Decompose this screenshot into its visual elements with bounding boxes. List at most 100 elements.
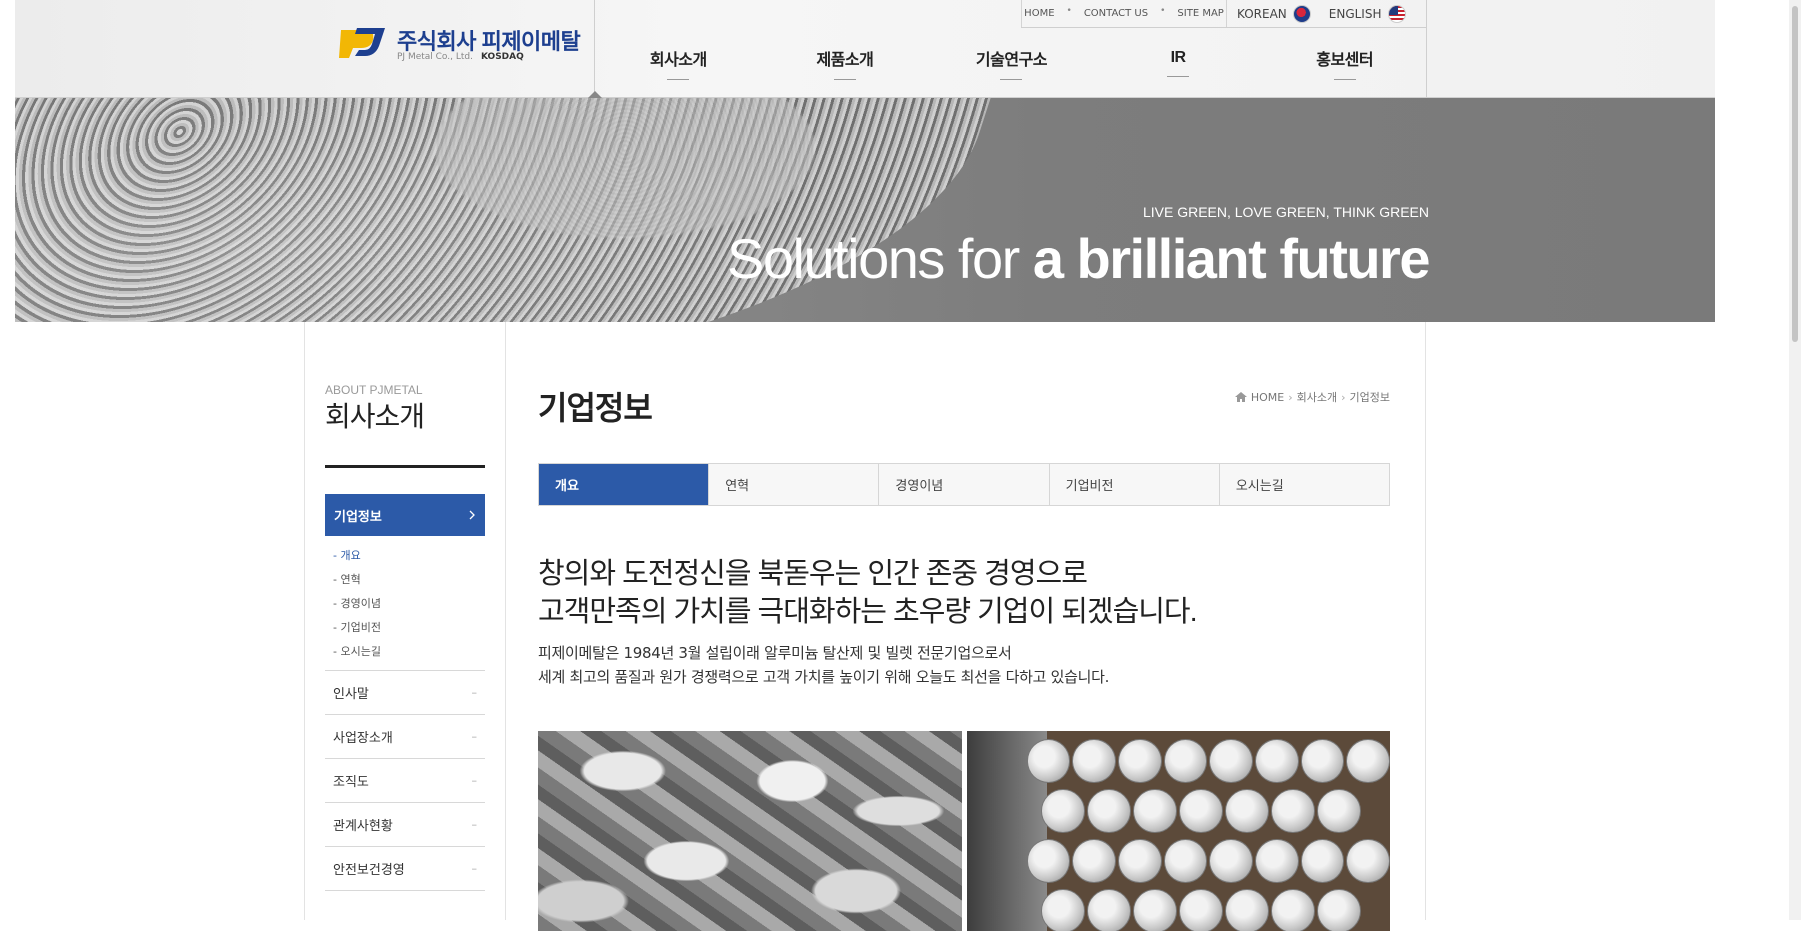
aluminum-ingots-image [538,731,962,931]
utility-bar: HOME • CONTACT US • SITE MAP KOREAN ENGL… [1021,0,1426,28]
logo-market: KOSDAQ [480,52,524,62]
util-sitemap-link[interactable]: SITE MAP [1177,8,1223,19]
breadcrumb: HOME › 회사소개 › 기업정보 [1234,389,1390,405]
minus-icon: – [471,862,478,875]
minus-icon: – [471,730,478,743]
billet [1178,889,1223,931]
sidebar-item-safety[interactable]: 안전보건경영 – [325,847,485,891]
logo-subtitle: PJ Metal Co., Ltd. KOSDAQ [397,52,524,62]
billet [1040,889,1085,931]
logo-english: PJ Metal Co., Ltd. [397,52,473,62]
content-tabs: 개요 연혁 경영이념 기업비전 오시는길 [538,463,1390,506]
billet [1117,839,1162,883]
billet [1026,839,1071,883]
billet [1086,889,1131,931]
tab-directions[interactable]: 오시는길 [1219,464,1390,505]
billet [1316,789,1361,833]
lang-korean-label: KOREAN [1237,6,1287,21]
headline-line-2: 고객만족의 가치를 극대화하는 초우량 기업이 되겠습니다. [538,596,1198,628]
breadcrumb-company[interactable]: 회사소개 [1297,389,1337,405]
sidebar: ABOUT PJMETAL 회사소개 기업정보 - 개요 - 연혁 - 경영이념… [325,383,485,891]
minus-icon: – [471,686,478,699]
lang-english-label: ENGLISH [1328,6,1382,21]
billet [1163,839,1208,883]
headline-line-1: 창의와 도전정신을 북돋우는 인간 존중 경영으로 [538,558,1088,590]
billet [1254,839,1299,883]
submenu-history[interactable]: - 연혁 [333,568,485,592]
headline: 창의와 도전정신을 북돋우는 인간 존중 경영으로 고객만족의 가치를 극대화하… [538,555,1390,631]
sidebar-item-company-info[interactable]: 기업정보 [325,494,485,536]
billet [1132,889,1177,931]
sidebar-item-label: 조직도 [333,775,369,790]
billet [1086,789,1131,833]
logo[interactable]: 주식회사 피제이메탈 PJ Metal Co., Ltd. KOSDAQ [335,22,595,70]
nav-research[interactable]: 기술연구소 [928,28,1095,98]
billet [1224,889,1269,931]
sidebar-item-label: 기업정보 [334,509,382,525]
breadcrumb-separator: › [1341,390,1346,404]
nav-products[interactable]: 제품소개 [762,28,929,98]
tab-vision[interactable]: 기업비전 [1049,464,1220,505]
breadcrumb-current: 기업정보 [1349,391,1390,404]
scrollbar-thumb[interactable] [1792,6,1798,342]
hero-title-light: Solutions for [727,227,1033,290]
billet [1346,839,1390,883]
sidebar-item-greeting[interactable]: 인사말 – [325,671,485,715]
pj-logo-icon [339,28,385,58]
util-contact-link[interactable]: CONTACT US [1084,8,1148,19]
billet [1270,789,1315,833]
breadcrumb-home[interactable]: HOME [1251,391,1284,404]
billet [1254,739,1299,783]
sidebar-submenu: - 개요 - 연혁 - 경영이념 - 기업비전 - 오시는길 [325,536,485,671]
page-scrollbar[interactable] [1789,0,1801,920]
nav-company[interactable]: 회사소개 [595,28,762,98]
billet [1300,739,1345,783]
minus-icon: – [471,774,478,787]
nav-ir[interactable]: IR [1095,28,1262,98]
billet [1270,889,1315,931]
sidebar-item-label: 관계사현황 [333,819,393,834]
submenu-philosophy[interactable]: - 경영이념 [333,592,485,616]
sidebar-item-label: 안전보건경영 [333,863,405,878]
intro-line-2: 세계 최고의 품질과 원가 경쟁력으로 고객 가치를 높이기 위해 오늘도 최선… [538,668,1110,686]
kr-flag-icon [1292,4,1311,23]
sidebar-item-sites[interactable]: 사업장소개 – [325,715,485,759]
hero-tagline: LIVE GREEN, LOVE GREEN, THINK GREEN [1142,204,1429,220]
intro-line-1: 피제이메탈은 1984년 3월 설립이래 알루미늄 탈산제 및 빌렛 전문기업으… [538,644,1012,662]
nav-frame: HOME • CONTACT US • SITE MAP KOREAN ENGL… [587,0,1428,99]
billet [1072,839,1116,883]
submenu-directions[interactable]: - 오시는길 [333,640,485,664]
sidebar-item-label: 사업장소개 [333,731,393,746]
aluminum-billets-image [966,731,1391,931]
nav-pr-center[interactable]: 홍보센터 [1261,28,1428,98]
sidebar-item-organization[interactable]: 조직도 – [325,759,485,803]
tab-history[interactable]: 연혁 [709,464,880,505]
main-nav: 회사소개 제품소개 기술연구소 IR 홍보센터 [587,28,1428,99]
billet [1209,739,1253,783]
billet [1040,789,1085,833]
tab-overview[interactable]: 개요 [539,464,710,505]
hero-banner: LIVE GREEN, LOVE GREEN, THINK GREEN Solu… [15,98,1715,322]
lang-korean[interactable]: KOREAN [1237,4,1311,23]
site-header: 주식회사 피제이메탈 PJ Metal Co., Ltd. KOSDAQ HOME… [15,0,1715,99]
billet-row [967,889,1391,931]
submenu-vision[interactable]: - 기업비전 [333,616,485,640]
util-home-link[interactable]: HOME [1024,8,1054,19]
billet-row [967,839,1390,885]
billet [1178,789,1223,833]
billet [1300,839,1345,883]
product-photos [538,731,1390,931]
billet-row [967,789,1391,835]
billet [1163,739,1208,783]
billet [1072,739,1116,783]
language-switcher: KOREAN ENGLISH [1237,0,1406,27]
sidebar-rule [325,465,485,468]
submenu-overview[interactable]: - 개요 [333,544,485,568]
lang-english[interactable]: ENGLISH [1328,4,1406,23]
sidebar-item-affiliates[interactable]: 관계사현황 – [325,803,485,847]
hero-title: Solutions for a brilliant future [727,226,1431,291]
billet [1224,789,1269,833]
util-separator: • [1160,5,1166,16]
home-icon [1234,392,1247,402]
tab-philosophy[interactable]: 경영이념 [879,464,1050,505]
